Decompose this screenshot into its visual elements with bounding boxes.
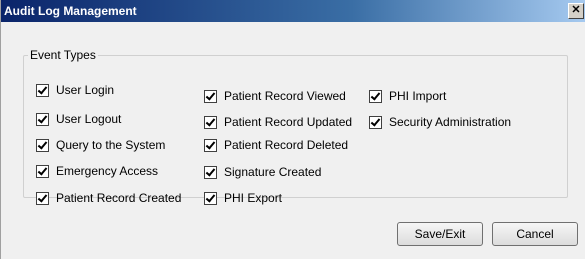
checkbox-phi-export[interactable]: PHI Export	[204, 190, 282, 206]
checkbox-label: PHI Import	[389, 89, 447, 103]
checkbox-label: PHI Export	[224, 191, 283, 205]
checkbox-patient-record-created[interactable]: Patient Record Created	[36, 190, 181, 206]
checkbox-label: Patient Record Viewed	[224, 89, 346, 103]
title-bar: Audit Log Management ✕	[1, 0, 585, 22]
checkbox-checked-icon	[204, 191, 217, 205]
checkbox-phi-import[interactable]: PHI Import	[369, 88, 446, 104]
checkbox-label: Security Administration	[389, 115, 512, 129]
checkbox-checked-icon	[204, 138, 217, 152]
checkbox-signature-created[interactable]: Signature Created	[204, 164, 321, 180]
checkbox-checked-icon	[204, 89, 217, 103]
checkbox-label: Patient Record Deleted	[224, 138, 349, 152]
checkbox-checked-icon	[369, 89, 382, 103]
checkbox-user-logout[interactable]: User Logout	[36, 111, 121, 127]
checkbox-label: Emergency Access	[56, 164, 159, 178]
checkbox-checked-icon	[36, 164, 49, 178]
event-types-group: Event Types User Login User Logout Query…	[23, 48, 568, 205]
event-types-legend: Event Types	[30, 48, 96, 62]
checkbox-label: User Logout	[56, 112, 122, 126]
checkbox-checked-icon	[36, 138, 49, 152]
checkbox-checked-icon	[204, 115, 217, 129]
checkbox-checked-icon	[36, 112, 49, 126]
close-icon[interactable]: ✕	[568, 3, 584, 19]
checkbox-patient-record-deleted[interactable]: Patient Record Deleted	[204, 137, 348, 153]
checkbox-user-login[interactable]: User Login	[36, 82, 114, 98]
checkbox-emergency-access[interactable]: Emergency Access	[36, 163, 158, 179]
checkbox-label: Query to the System	[56, 138, 166, 152]
cancel-button[interactable]: Cancel	[492, 222, 578, 246]
audit-log-dialog: Audit Log Management ✕ Event Types User …	[0, 0, 585, 259]
checkbox-checked-icon	[204, 165, 217, 179]
checkbox-security-administration[interactable]: Security Administration	[369, 114, 511, 130]
checkbox-checked-icon	[369, 115, 382, 129]
checkbox-checked-icon	[36, 191, 49, 205]
checkbox-query-to-the-system[interactable]: Query to the System	[36, 137, 165, 153]
checkbox-label: User Login	[56, 83, 115, 97]
checkbox-checked-icon	[36, 83, 49, 97]
checkbox-label: Patient Record Created	[56, 191, 182, 205]
window-title: Audit Log Management	[4, 4, 137, 18]
checkbox-patient-record-updated[interactable]: Patient Record Updated	[204, 114, 352, 130]
checkbox-patient-record-viewed[interactable]: Patient Record Viewed	[204, 88, 346, 104]
checkbox-label: Patient Record Updated	[224, 115, 353, 129]
checkbox-label: Signature Created	[224, 165, 322, 179]
save-exit-button[interactable]: Save/Exit	[397, 222, 483, 246]
